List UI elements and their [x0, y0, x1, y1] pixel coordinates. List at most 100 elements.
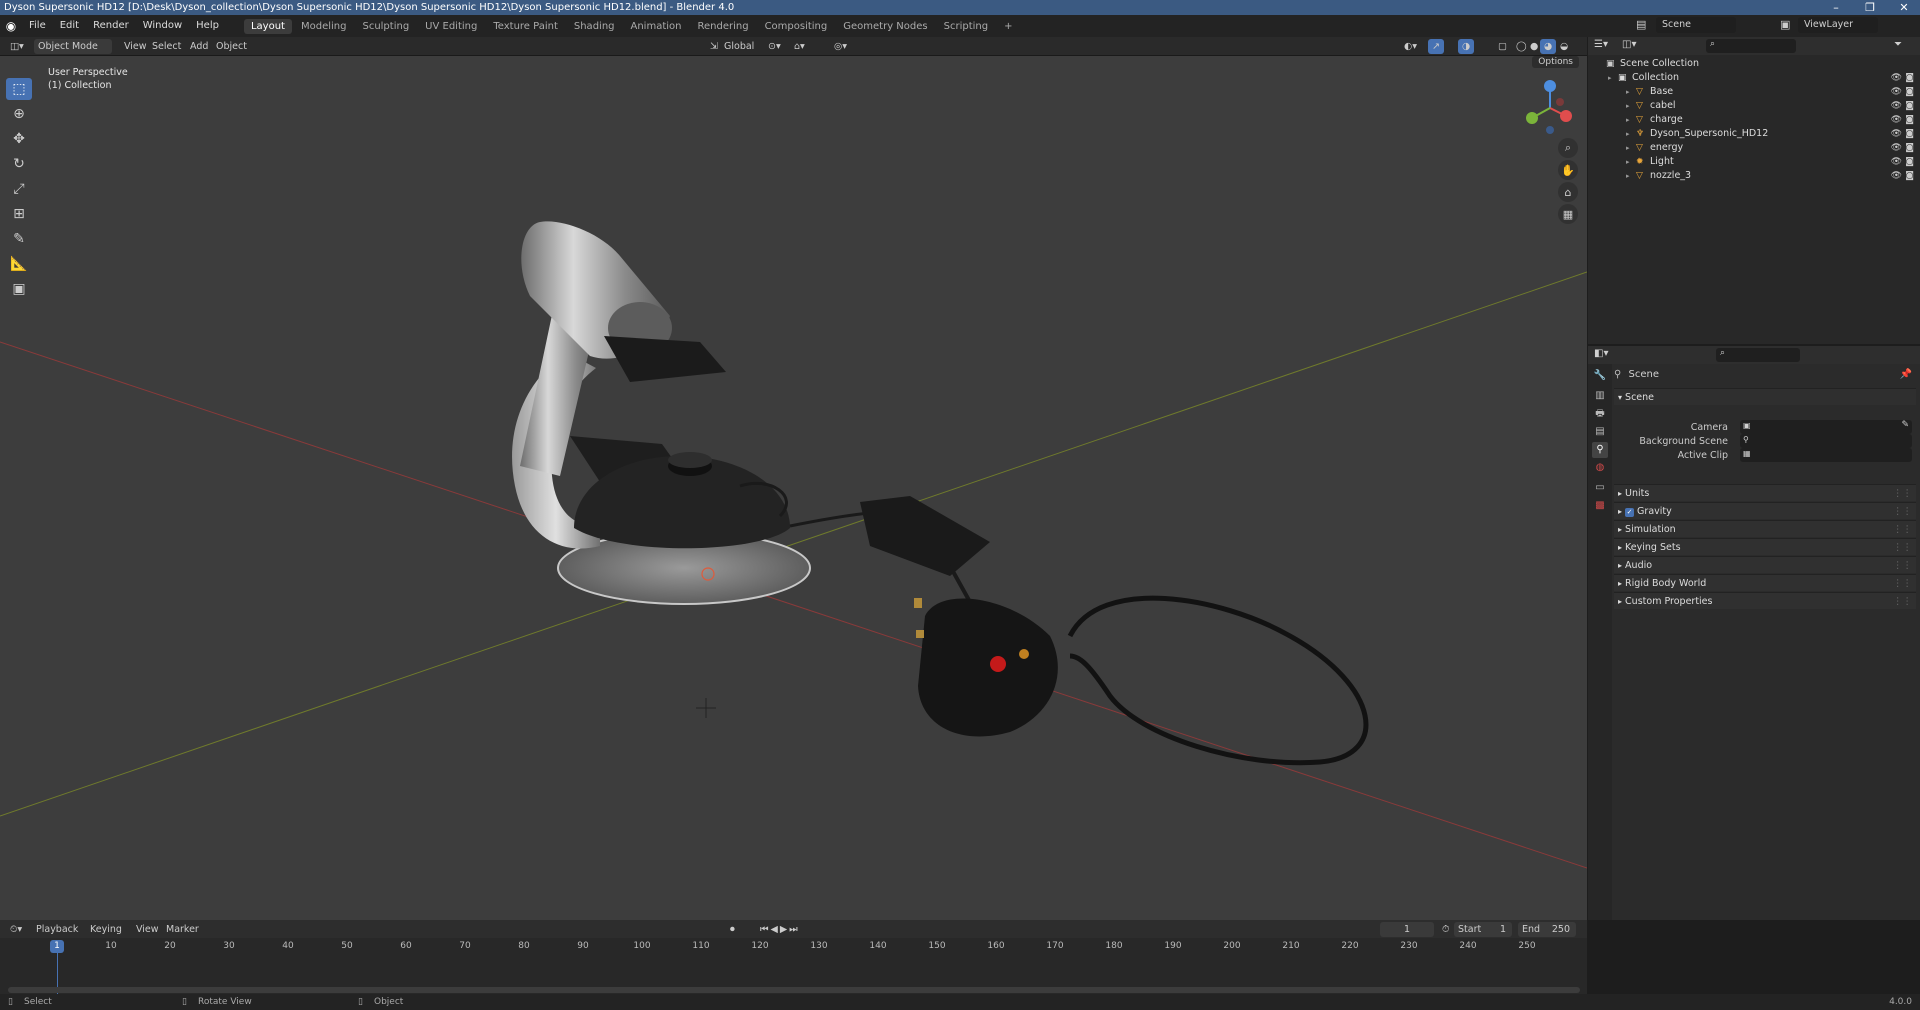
orientation-dropdown[interactable]: Global — [720, 39, 758, 54]
pivot-icon[interactable]: ⊙▾ — [764, 39, 785, 54]
expand-icon[interactable]: ▸ — [1626, 141, 1630, 155]
pin-icon[interactable]: 📌 — [1900, 366, 1912, 384]
render-camera-icon[interactable]: ◙ — [1905, 127, 1914, 141]
world-tab-icon[interactable]: ◍ — [1592, 460, 1608, 476]
expand-icon[interactable]: ▸ — [1626, 99, 1630, 113]
tool-tab-icon[interactable]: 🔧 — [1592, 368, 1608, 384]
eyedropper-icon[interactable]: ✎ — [1901, 420, 1909, 430]
visibility-eye-icon[interactable]: 👁 — [1891, 113, 1902, 127]
panel-custom-properties[interactable]: ▸ Custom Properties ⋮⋮ — [1614, 592, 1916, 609]
properties-search-input[interactable]: ⌕ — [1716, 348, 1800, 362]
add-workspace-button[interactable]: + — [997, 19, 1019, 34]
filter-icon[interactable]: ⏷ — [1894, 39, 1902, 50]
visibility-icon[interactable]: ◐▾ — [1400, 39, 1421, 54]
pan-hand-icon[interactable]: ✋ — [1558, 160, 1578, 180]
outliner-item-charge[interactable]: ▸ ▽ charge 👁 ◙ — [1588, 113, 1920, 127]
scene-selector[interactable]: Scene — [1656, 17, 1736, 33]
move-icon[interactable]: ✥ — [6, 128, 32, 150]
render-shading-icon[interactable]: ◒ — [1556, 39, 1572, 54]
panel-audio[interactable]: ▸ Audio ⋮⋮ — [1614, 556, 1916, 573]
texture-tab-icon[interactable]: ▩ — [1592, 498, 1608, 514]
outliner-item-nozzle-3[interactable]: ▸ ▽ nozzle_3 👁 ◙ — [1588, 169, 1920, 183]
tab-shading[interactable]: Shading — [567, 19, 622, 34]
drag-handle-icon[interactable]: ⋮⋮ — [1893, 503, 1912, 520]
menu-view[interactable]: View — [120, 39, 151, 54]
drag-handle-icon[interactable]: ⋮⋮ — [1893, 539, 1912, 556]
tab-layout[interactable]: Layout — [243, 18, 292, 34]
menu-object[interactable]: Object — [212, 39, 251, 54]
tab-animation[interactable]: Animation — [624, 19, 689, 34]
drag-handle-icon[interactable]: ⋮⋮ — [1893, 593, 1912, 610]
expand-icon[interactable]: ▸ — [1626, 127, 1630, 141]
cursor-icon[interactable]: ⊕ — [6, 103, 32, 125]
panel-gravity[interactable]: ▸ ✓ Gravity ⋮⋮ — [1614, 502, 1916, 519]
viewlayer-icon[interactable]: ▣ — [1780, 18, 1790, 31]
expand-icon[interactable]: ▸ — [1608, 71, 1612, 85]
expand-icon[interactable]: ▸ — [1626, 169, 1630, 183]
panel-rigid-body-world[interactable]: ▸ Rigid Body World ⋮⋮ — [1614, 574, 1916, 591]
editor-type-icon[interactable]: ◫▾ — [6, 39, 28, 54]
visibility-eye-icon[interactable]: 👁 — [1891, 71, 1902, 85]
panel-simulation[interactable]: ▸ Simulation ⋮⋮ — [1614, 520, 1916, 537]
render-camera-icon[interactable]: ◙ — [1905, 155, 1914, 169]
minimize-icon[interactable]: – — [1826, 0, 1846, 15]
drag-handle-icon[interactable]: ⋮⋮ — [1893, 521, 1912, 538]
drag-handle-icon[interactable]: ⋮⋮ — [1893, 575, 1912, 592]
menu-help[interactable]: Help — [189, 15, 226, 37]
scale-icon[interactable]: ⤢ — [6, 178, 32, 200]
panel-units[interactable]: ▸ Units ⋮⋮ — [1614, 484, 1916, 501]
menu-window[interactable]: Window — [136, 15, 189, 37]
menu-file[interactable]: File — [22, 15, 53, 37]
gizmo-toggle-icon[interactable]: ↗ — [1428, 39, 1444, 54]
render-camera-icon[interactable]: ◙ — [1905, 99, 1914, 113]
scene-icon[interactable]: ▤ — [1636, 18, 1650, 33]
properties-type-icon[interactable]: ◧▾ — [1594, 348, 1608, 359]
tab-sculpting[interactable]: Sculpting — [355, 19, 416, 34]
drag-handle-icon[interactable]: ⋮⋮ — [1893, 557, 1912, 574]
measure-icon[interactable]: 📐 — [6, 253, 32, 275]
mode-dropdown[interactable]: Object Mode — [34, 39, 112, 54]
tab-scripting[interactable]: Scripting — [937, 19, 995, 34]
playhead[interactable]: 1 — [50, 940, 64, 953]
outliner-item-cabel[interactable]: ▸ ▽ cabel 👁 ◙ — [1588, 99, 1920, 113]
visibility-eye-icon[interactable]: 👁 — [1891, 141, 1902, 155]
transform-icon[interactable]: ⊞ — [6, 203, 32, 225]
tab-modeling[interactable]: Modeling — [294, 19, 354, 34]
visibility-eye-icon[interactable]: 👁 — [1891, 85, 1902, 99]
xray-icon[interactable]: ▢ — [1494, 39, 1511, 54]
expand-icon[interactable]: ▸ — [1626, 85, 1630, 99]
expand-icon[interactable]: ▸ — [1626, 155, 1630, 169]
rotate-icon[interactable]: ↻ — [6, 153, 32, 175]
menu-select[interactable]: Select — [148, 39, 185, 54]
close-icon[interactable]: ✕ — [1894, 0, 1914, 15]
tab-compositing[interactable]: Compositing — [758, 19, 835, 34]
render-camera-icon[interactable]: ◙ — [1905, 141, 1914, 155]
panel-scene-header[interactable]: ▾ Scene — [1614, 388, 1916, 405]
ortho-toggle-icon[interactable]: ▦ — [1558, 204, 1578, 224]
render-camera-icon[interactable]: ◙ — [1905, 169, 1914, 183]
menu-render[interactable]: Render — [86, 15, 136, 37]
visibility-eye-icon[interactable]: 👁 — [1891, 99, 1902, 113]
expand-icon[interactable]: ▸ — [1626, 113, 1630, 127]
drag-handle-icon[interactable]: ⋮⋮ — [1893, 485, 1912, 502]
outliner-item-base[interactable]: ▸ ▽ Base 👁 ◙ — [1588, 85, 1920, 99]
render-tab-icon[interactable]: ▥ — [1592, 388, 1608, 404]
select-box-icon[interactable]: ⬚ — [6, 78, 32, 100]
tab-geometry-nodes[interactable]: Geometry Nodes — [836, 19, 934, 34]
outliner-type-icon[interactable]: ☰▾ — [1594, 39, 1608, 50]
gravity-checkbox[interactable]: ✓ — [1625, 508, 1635, 517]
visibility-eye-icon[interactable]: 👁 — [1891, 169, 1902, 183]
render-camera-icon[interactable]: ◙ — [1905, 113, 1914, 127]
snap-icon[interactable]: ⌂▾ — [790, 39, 809, 54]
collection-tab-icon[interactable]: ▭ — [1592, 480, 1608, 496]
outliner-item-dyson-supersonic-hd12[interactable]: ▸ ♆ Dyson_Supersonic_HD12 👁 ◙ — [1588, 127, 1920, 141]
panel-keying-sets[interactable]: ▸ Keying Sets ⋮⋮ — [1614, 538, 1916, 555]
add-cube-icon[interactable]: ▣ — [6, 278, 32, 300]
render-camera-icon[interactable]: ◙ — [1905, 85, 1914, 99]
outliner-search-input[interactable]: ⌕ — [1706, 39, 1796, 53]
camera-field[interactable]: ▣ ✎ — [1740, 420, 1912, 434]
render-camera-icon[interactable]: ◙ — [1905, 71, 1914, 85]
overlay-toggle-icon[interactable]: ◑ — [1458, 39, 1475, 54]
proportional-icon[interactable]: ◎▾ — [830, 39, 851, 54]
3d-viewport[interactable]: User Perspective (1) Collection Options … — [0, 56, 1587, 920]
